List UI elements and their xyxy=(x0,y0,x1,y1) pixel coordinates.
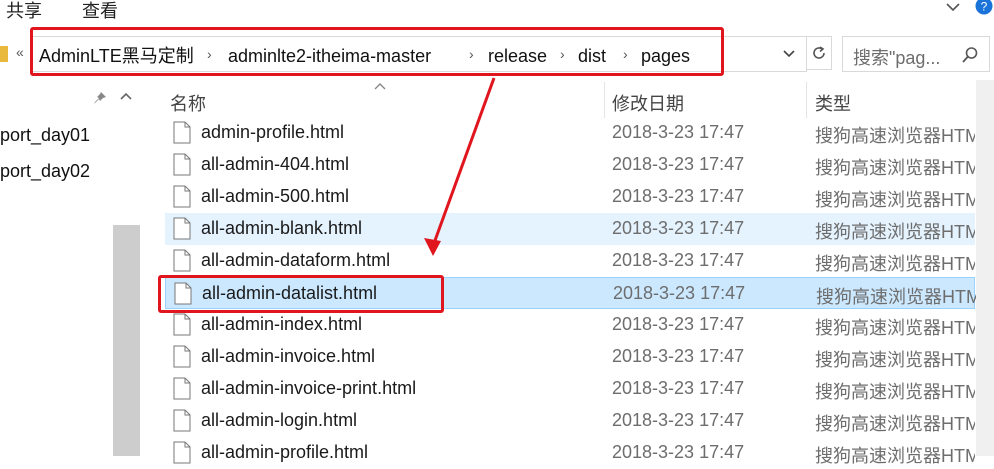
annotation-arrow xyxy=(424,77,496,256)
